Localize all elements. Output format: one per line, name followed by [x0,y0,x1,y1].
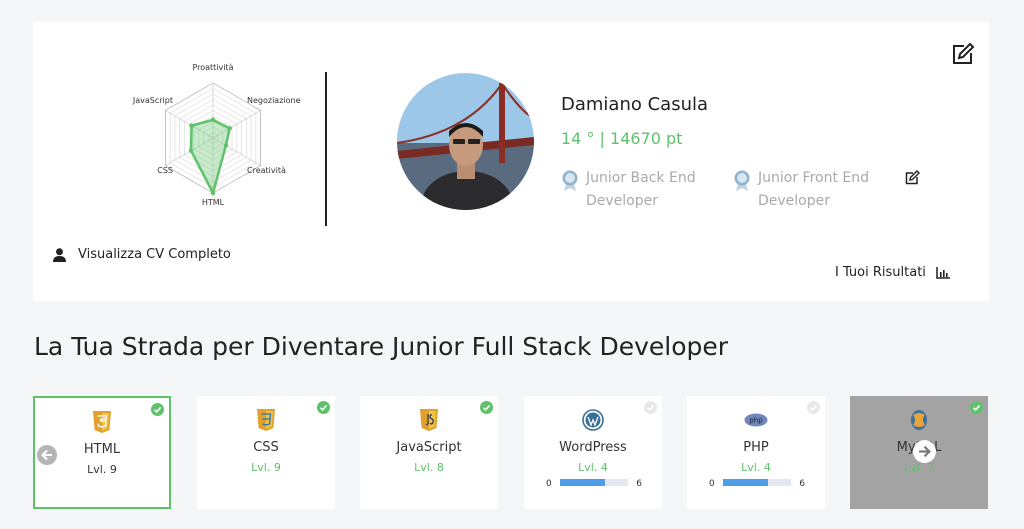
css3-icon [257,409,275,431]
progress-fill [560,479,606,486]
progress-track [723,479,791,486]
skill-level: Lvl. 4 [578,461,608,474]
progress-track [560,479,628,486]
skills-carousel: HTML Lvl. 9 CSS Lvl. 9 JavaScript Lvl. 8 [33,396,989,509]
progress-max: 6 [799,479,805,489]
radar-label-proattivita: Proattività [192,63,233,72]
badge-label: Junior Back End Developer [586,170,696,209]
mysql-icon [911,410,927,430]
skills-radar-chart: Proattività Negoziazione Creatività HTML… [132,63,301,207]
progress-fill [723,479,769,486]
php-icon: php [744,413,768,427]
medal-icon [734,170,750,191]
carousel-next-button[interactable] [913,440,936,463]
view-full-cv-link[interactable]: Visualizza CV Completo [53,247,231,262]
wordpress-icon [582,409,604,431]
your-results-link[interactable]: I Tuoi Risultati [835,265,950,280]
avatar [397,73,534,210]
arrow-left-icon [41,449,52,461]
check-icon [151,403,164,416]
skill-card-css[interactable]: CSS Lvl. 9 [197,396,335,509]
check-icon [644,401,657,414]
check-icon [970,401,983,414]
vertical-divider [325,72,327,226]
badge-junior-front-end[interactable]: Junior Front End Developer [733,167,898,213]
radar-point [210,117,216,123]
your-results-label: I Tuoi Risultati [835,265,926,280]
radar-label-html: HTML [202,198,225,207]
skill-name: PHP [743,440,769,455]
js-icon [420,409,438,431]
progress-min: 0 [546,479,552,489]
roadmap-title: La Tua Strada per Diventare Junior Full … [34,332,729,361]
radar-point [210,190,216,196]
bar-chart-icon [936,266,950,279]
check-icon [480,401,493,414]
progress-max: 6 [636,479,642,489]
badge-label: Junior Front End Developer [758,170,870,209]
radar-point [189,123,194,128]
radar-label-css: CSS [157,166,173,175]
check-icon [317,401,330,414]
skill-card-wordpress[interactable]: WordPress Lvl. 4 0 6 [524,396,662,509]
skill-name: CSS [253,440,279,455]
user-name: Damiano Casula [561,94,709,115]
edit-profile-icon[interactable] [951,42,975,66]
skill-name: JavaScript [396,440,462,455]
radar-label-javascript: JavaScript [132,96,173,105]
skill-level: Lvl. 8 [414,461,444,474]
radar-label-negoziazione: Negoziazione [247,96,301,105]
skill-level: Lvl. 4 [741,461,771,474]
skill-progress: 0 6 [709,479,805,491]
skill-level: Lvl. 9 [251,461,281,474]
radar-point [227,126,232,131]
radar-point [223,143,229,148]
user-rank-score: 14 ° | 14670 pt [561,129,683,148]
skill-progress: 0 6 [546,479,642,491]
edit-badges-icon[interactable] [904,170,920,186]
radar-point [188,148,194,153]
radar-label-creativita: Creatività [247,166,286,175]
svg-text:php: php [749,417,763,425]
arrow-right-icon [919,445,931,458]
skill-name: WordPress [559,440,627,455]
user-icon [53,247,66,262]
skill-card-javascript[interactable]: JavaScript Lvl. 8 [360,396,498,509]
badge-junior-back-end[interactable]: Junior Back End Developer [561,167,726,213]
skill-card-php[interactable]: php PHP Lvl. 4 0 6 [687,396,825,509]
view-full-cv-label: Visualizza CV Completo [78,247,231,262]
profile-card: Proattività Negoziazione Creatività HTML… [33,22,989,301]
medal-icon [562,170,578,191]
html5-icon [93,411,111,433]
skill-level: Lvl. 7 [904,461,934,474]
progress-min: 0 [709,479,715,489]
check-icon [807,401,820,414]
radar-series-area [189,118,232,197]
carousel-prev-button[interactable] [37,445,57,465]
skill-level: Lvl. 9 [87,463,117,476]
